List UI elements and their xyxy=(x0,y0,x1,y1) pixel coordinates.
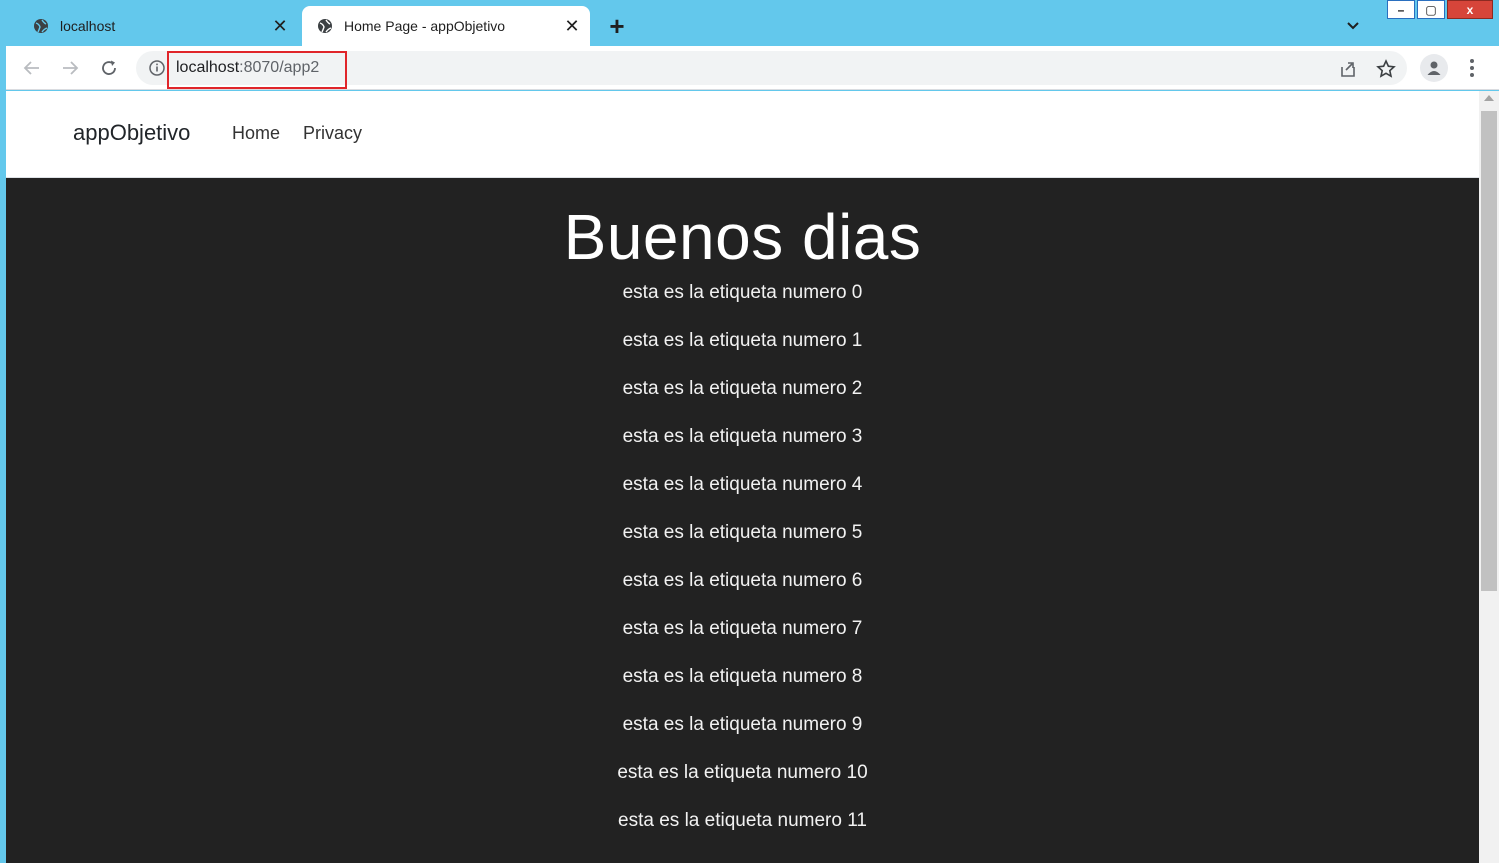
site-navbar: appObjetivo Home Privacy xyxy=(6,91,1479,178)
label-item: esta es la etiqueta numero 11 xyxy=(618,810,867,831)
reload-icon[interactable] xyxy=(95,54,123,82)
label-item: esta es la etiqueta numero 9 xyxy=(622,714,863,735)
main-content: Buenos dias esta es la etiqueta numero 0… xyxy=(6,178,1479,854)
chevron-down-icon[interactable] xyxy=(1340,14,1366,38)
new-tab-button[interactable]: + xyxy=(603,11,631,41)
info-icon[interactable] xyxy=(148,59,166,77)
kebab-menu-icon[interactable] xyxy=(1462,54,1482,82)
tab-home-page[interactable]: Home Page - appObjetivo ✕ xyxy=(302,6,590,46)
address-bar[interactable]: localhost:8070/app2 xyxy=(136,51,1407,89)
page-heading: Buenos dias xyxy=(563,201,922,273)
close-icon[interactable]: ✕ xyxy=(560,14,584,38)
url-path: :8070/app2 xyxy=(239,59,320,76)
label-item: esta es la etiqueta numero 0 xyxy=(622,282,863,303)
label-item: esta es la etiqueta numero 7 xyxy=(622,618,863,639)
label-item: esta es la etiqueta numero 2 xyxy=(622,378,863,399)
globe-icon xyxy=(316,17,334,35)
bookmark-star-icon[interactable] xyxy=(1374,57,1398,81)
share-icon[interactable] xyxy=(1336,57,1360,81)
minimize-button[interactable]: – xyxy=(1387,0,1415,19)
site-brand-link[interactable]: appObjetivo xyxy=(73,120,190,146)
tab-title: Home Page - appObjetivo xyxy=(344,18,506,34)
maximize-button[interactable]: ▢ xyxy=(1417,0,1445,19)
scroll-thumb[interactable] xyxy=(1481,111,1497,591)
close-icon[interactable]: ✕ xyxy=(268,14,292,38)
label-list: esta es la etiqueta numero 0 esta es la … xyxy=(6,278,1479,854)
tab-localhost[interactable]: localhost ✕ xyxy=(18,6,298,46)
url-host: localhost xyxy=(176,59,240,76)
label-item: esta es la etiqueta numero 5 xyxy=(622,522,863,543)
label-item: esta es la etiqueta numero 10 xyxy=(617,762,868,783)
label-item: esta es la etiqueta numero 8 xyxy=(622,666,863,687)
vertical-scrollbar[interactable] xyxy=(1479,91,1499,863)
forward-arrow-icon[interactable] xyxy=(56,54,84,82)
tab-title: localhost xyxy=(60,18,116,34)
nav-privacy-link[interactable]: Privacy xyxy=(303,123,362,144)
globe-icon xyxy=(32,17,50,35)
page-viewport: appObjetivo Home Privacy Buenos dias est… xyxy=(6,91,1479,863)
window-controls: – ▢ x xyxy=(1387,0,1493,19)
nav-home-link[interactable]: Home xyxy=(232,123,280,144)
profile-avatar-icon[interactable] xyxy=(1420,54,1448,82)
browser-toolbar: localhost:8070/app2 xyxy=(6,46,1499,90)
close-window-button[interactable]: x xyxy=(1447,0,1493,19)
label-item: esta es la etiqueta numero 3 xyxy=(622,426,863,447)
tab-strip: localhost ✕ Home Page - appObjetivo ✕ + … xyxy=(0,0,1499,46)
back-arrow-icon[interactable] xyxy=(18,54,46,82)
scroll-up-arrow-icon[interactable] xyxy=(1484,95,1494,101)
url-text[interactable]: localhost:8070/app2 xyxy=(176,59,319,77)
label-item: esta es la etiqueta numero 6 xyxy=(622,570,863,591)
label-item: esta es la etiqueta numero 4 xyxy=(622,474,863,495)
label-item: esta es la etiqueta numero 1 xyxy=(622,330,863,351)
